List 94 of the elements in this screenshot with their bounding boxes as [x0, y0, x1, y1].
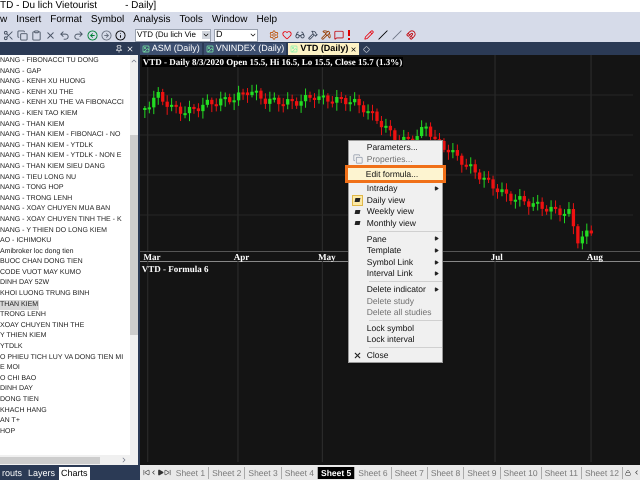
menu-item[interactable]: Template — [348, 244, 442, 256]
sheet-tab[interactable]: Sheet 9 — [464, 466, 501, 478]
window-title: TD - Du lich Vietourist — [0, 1, 98, 11]
cut-icon[interactable] — [3, 30, 14, 40]
sheet-tab[interactable]: Sheet 7 — [392, 466, 428, 478]
submenu-arrow-icon — [434, 186, 439, 192]
month-label: Jul — [490, 252, 503, 262]
pin-icon[interactable] — [114, 44, 123, 52]
menu-item[interactable]: Window — [212, 15, 248, 25]
undo-icon[interactable] — [59, 30, 70, 40]
menu-item[interactable]: Symbol Link — [348, 256, 442, 268]
close-icon[interactable] — [126, 44, 134, 52]
month-label: Aug — [586, 252, 603, 262]
month-label: Apr — [234, 252, 250, 262]
gear-icon[interactable] — [269, 30, 279, 40]
scroll-left-icon[interactable] — [633, 469, 640, 476]
paste-icon[interactable] — [31, 30, 42, 40]
menu-item[interactable]: Lock interval — [348, 334, 442, 346]
copy-icon[interactable] — [17, 30, 28, 40]
submenu-arrow-icon — [434, 248, 439, 254]
lock-icon[interactable] — [625, 470, 631, 476]
chart-tab[interactable]: VTD (Daily) — [288, 43, 360, 55]
panel-tab[interactable]: Charts — [59, 467, 90, 480]
next-sheet-icon[interactable] — [156, 469, 164, 476]
chart-icon — [142, 45, 150, 53]
magnet-icon[interactable] — [406, 30, 416, 40]
window-title-suffix: - Daily] — [125, 1, 156, 11]
back-icon[interactable] — [87, 30, 98, 40]
scroll-up-icon[interactable] — [130, 57, 138, 65]
dropdown-icon — [249, 31, 257, 39]
redo-icon[interactable] — [73, 30, 84, 40]
sheet-tab[interactable]: Sheet 6 — [355, 466, 392, 478]
sheet-tab[interactable]: Sheet 10 — [500, 466, 542, 478]
menu-item[interactable]: Weekly view — [348, 206, 442, 218]
menu-item[interactable]: Delete indicator — [348, 284, 442, 296]
menu-item[interactable]: Daily view — [348, 194, 442, 206]
menu-item[interactable]: Symbol — [90, 15, 124, 25]
info-icon[interactable] — [115, 30, 126, 40]
menu-item[interactable]: Help — [256, 15, 278, 25]
menu-item[interactable]: Insert — [16, 15, 42, 25]
first-sheet-icon[interactable] — [142, 469, 150, 476]
pickaxe-icon[interactable] — [321, 30, 331, 40]
heart-icon[interactable] — [282, 30, 292, 40]
panel-tab[interactable]: Layers — [26, 467, 58, 480]
menu-item[interactable]: Tools — [180, 15, 203, 25]
chart-tab[interactable]: ASM (Daily) — [140, 43, 202, 55]
chart-title: VTD - Daily 8/3/2020 Open 15.5, Hi 16.5, Lo 15.5, Close 15.7 (1.3%) — [142, 57, 404, 67]
sheet-tab[interactable]: Sheet 2 — [209, 466, 246, 478]
sheet-tab[interactable]: Sheet 11 — [542, 466, 582, 478]
menu-item[interactable]: Intraday — [348, 182, 442, 194]
month-label: May — [318, 252, 336, 262]
submenu-arrow-icon — [434, 260, 439, 265]
menu-item[interactable]: Parameters... — [348, 142, 442, 154]
menu-item[interactable]: Pane — [348, 233, 442, 245]
properties-icon — [352, 154, 363, 164]
sheet-tab[interactable]: Sheet 3 — [245, 466, 282, 478]
menu-item[interactable]: Edit formula... — [348, 168, 443, 180]
symbol-combo[interactable]: VTD (Du lich Vie — [135, 28, 211, 42]
chart-tab[interactable]: VNINDEX (Daily) — [204, 43, 286, 55]
month-label: Mar — [144, 252, 161, 262]
menu-item[interactable]: w — [0, 15, 8, 25]
chart-icon — [290, 45, 298, 53]
close-tab-icon[interactable] — [350, 46, 358, 52]
menu-item[interactable]: Lock symbol — [348, 322, 442, 334]
sheet-tab[interactable]: Sheet 12 — [582, 466, 623, 478]
chart-icon — [206, 45, 214, 53]
panel-tab[interactable]: routs — [0, 467, 24, 480]
sheet-tab[interactable]: Sheet 1 — [172, 466, 210, 478]
horizontal-scrollbar[interactable] — [0, 456, 100, 464]
sheet-tab[interactable]: Sheet 8 — [428, 466, 464, 478]
submenu-arrow-icon — [434, 286, 439, 292]
vertical-scrollbar[interactable] — [130, 55, 138, 455]
previous-sheet-icon[interactable] — [150, 469, 157, 476]
last-sheet-icon[interactable] — [164, 469, 171, 476]
close-icon — [353, 350, 362, 360]
menu-item[interactable]: Close — [348, 350, 442, 362]
menu-item[interactable]: Analysis — [133, 15, 171, 25]
sheet-tab[interactable]: Sheet 5 — [318, 466, 356, 478]
hammer-icon[interactable] — [308, 30, 318, 40]
comment-icon[interactable] — [334, 30, 344, 40]
submenu-arrow-icon — [434, 236, 439, 242]
menu-item[interactable]: Interval Link — [348, 268, 442, 280]
alert-icon[interactable] — [347, 30, 351, 40]
pen-icon[interactable] — [364, 30, 374, 40]
menu-item[interactable]: Format — [50, 15, 82, 25]
menu-item[interactable]: Monthly view — [348, 218, 442, 230]
submenu-arrow-icon — [434, 271, 439, 276]
delete-icon[interactable] — [45, 30, 56, 40]
interval-combo[interactable]: D — [214, 28, 258, 42]
line-icon[interactable] — [378, 30, 388, 40]
new-tab-icon[interactable] — [363, 46, 370, 53]
dropdown-icon — [202, 31, 210, 39]
pane-title: VTD - Formula 6 — [142, 264, 209, 274]
glasses-icon[interactable] — [295, 30, 305, 40]
